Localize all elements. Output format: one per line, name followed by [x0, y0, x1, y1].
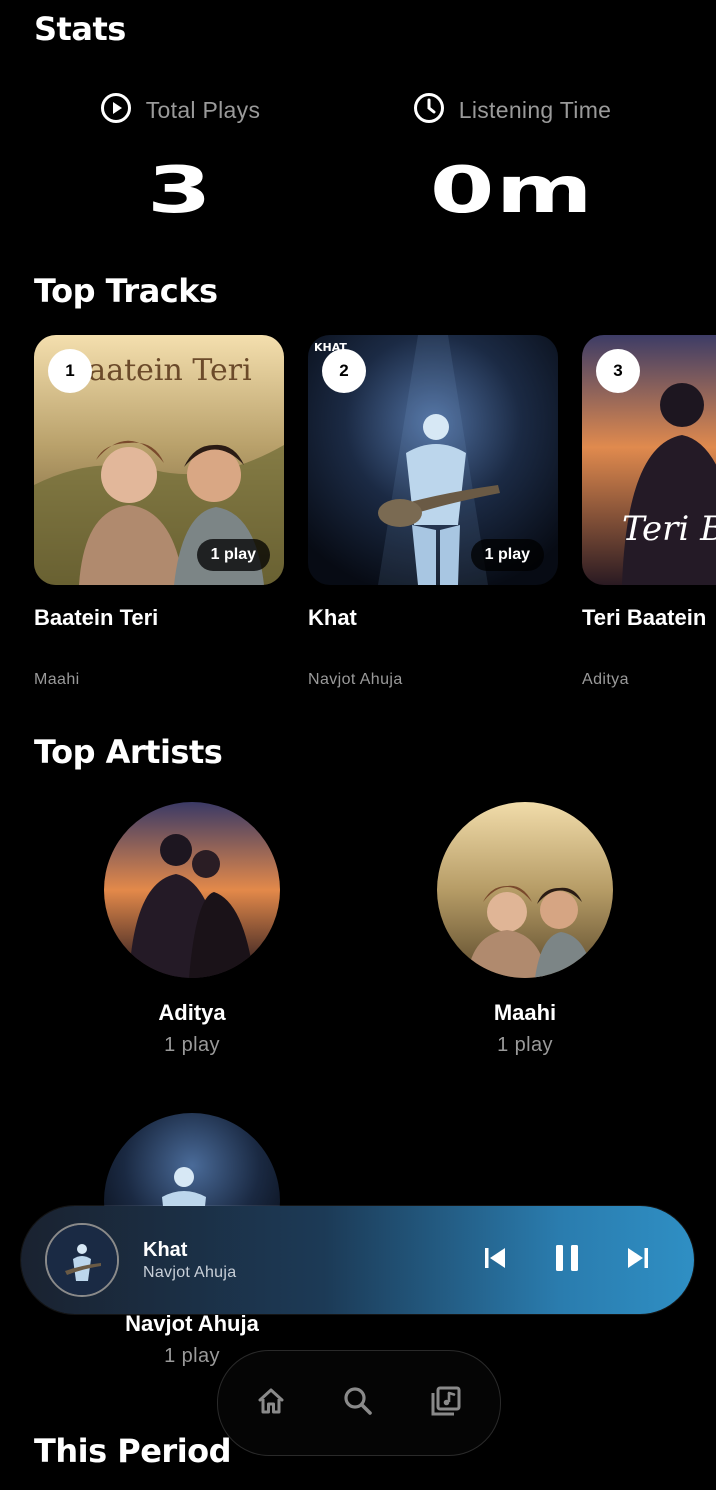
skip-next-button[interactable] — [618, 1240, 658, 1280]
clock-icon — [413, 92, 445, 129]
track-rank-badge: 2 — [322, 349, 366, 393]
now-playing-artwork — [45, 1223, 119, 1297]
now-playing-title: Khat — [143, 1239, 188, 1261]
artist-avatar — [437, 802, 613, 978]
nav-search[interactable] — [340, 1385, 376, 1421]
skip-next-icon — [625, 1245, 651, 1276]
listening-time-label: Listening Time — [458, 97, 612, 123]
artist-plays: 1 play — [497, 1034, 553, 1056]
home-icon — [255, 1385, 287, 1422]
track-artwork: Teri Baatein 3 — [582, 335, 716, 585]
pause-button[interactable] — [547, 1240, 587, 1280]
search-icon — [342, 1385, 374, 1422]
stats-heading: Stats — [34, 10, 126, 48]
skip-previous-button[interactable] — [475, 1240, 515, 1280]
track-plays-badge: 1 play — [196, 539, 270, 571]
track-artist: Aditya — [582, 671, 629, 688]
nav-library[interactable] — [428, 1385, 464, 1421]
track-title: Khat — [308, 605, 357, 630]
listening-time-stat: Listening Time 0m — [362, 92, 662, 223]
listening-time-value: 0m — [429, 154, 595, 228]
track-card[interactable]: Teri Baatein 3 Teri Baatein Aditya — [582, 335, 716, 689]
top-tracks-heading: Top Tracks — [34, 272, 218, 310]
track-rank-badge: 3 — [596, 349, 640, 393]
art-text: Teri Baatein — [622, 509, 716, 549]
artist-plays: 1 play — [164, 1034, 220, 1056]
skip-previous-icon — [482, 1245, 508, 1276]
artist-name: Maahi — [493, 1000, 557, 1025]
track-title: Baatein Teri — [34, 605, 159, 630]
total-plays-stat: Total Plays 3 — [30, 92, 330, 223]
track-artwork: KHAT 2 1 play — [308, 335, 558, 585]
library-icon — [429, 1384, 463, 1423]
artist-name: Navjot Ahuja — [125, 1311, 259, 1336]
artist-name: Aditya — [158, 1000, 226, 1025]
pause-icon — [553, 1243, 581, 1278]
track-title: Teri Baatein — [582, 605, 707, 630]
track-rank-badge: 1 — [48, 349, 92, 393]
track-artist: Maahi — [34, 671, 80, 688]
track-card[interactable]: KHAT 2 1 play Khat Navjot Ahuja — [308, 335, 558, 689]
now-playing-artist: Navjot Ahuja — [143, 1264, 237, 1281]
artist-card[interactable]: Maahi 1 play — [437, 802, 613, 1057]
stats-screen: Stats Total Plays 3 Listening Time 0m To… — [0, 0, 716, 1490]
now-playing-bar[interactable]: Khat Navjot Ahuja — [21, 1206, 694, 1314]
track-artist: Navjot Ahuja — [308, 671, 403, 688]
this-period-heading: This Period — [34, 1432, 232, 1470]
nav-home[interactable] — [253, 1385, 289, 1421]
top-artists-heading: Top Artists — [34, 733, 223, 771]
track-card[interactable]: Baatein Teri 1 1 play Baatein Teri Maahi — [34, 335, 284, 689]
track-plays-badge: 1 play — [470, 539, 544, 571]
track-artwork: Baatein Teri 1 1 play — [34, 335, 284, 585]
art-text: Baatein Teri — [66, 353, 251, 388]
bottom-navigation — [217, 1350, 501, 1456]
play-circle-icon — [100, 92, 132, 129]
artist-avatar — [104, 802, 280, 978]
artist-card[interactable]: Aditya 1 play — [104, 802, 280, 1057]
total-plays-label: Total Plays — [145, 97, 261, 123]
